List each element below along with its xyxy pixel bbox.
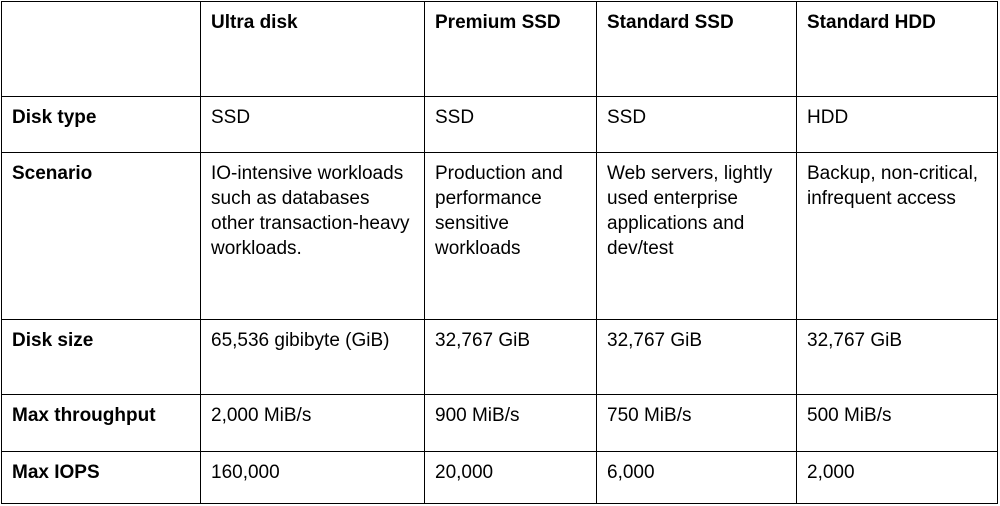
header-cell-premium-ssd: Premium SSD xyxy=(424,1,597,97)
table-cell: 20,000 xyxy=(424,451,597,504)
row-label: Disk type xyxy=(1,96,201,153)
disk-comparison-table: Ultra disk Premium SSD Standard SSD Stan… xyxy=(1,1,998,504)
header-cell-standard-ssd: Standard SSD xyxy=(596,1,797,97)
table-row-max-iops: Max IOPS 160,000 20,000 6,000 2,000 xyxy=(1,451,998,504)
table-cell: 160,000 xyxy=(200,451,425,504)
table-cell: 32,767 GiB xyxy=(596,319,797,395)
table-cell: Production and performance sensitive wor… xyxy=(424,152,597,320)
table-cell: 65,536 gibibyte (GiB) xyxy=(200,319,425,395)
row-label: Max throughput xyxy=(1,394,201,452)
table-cell: 750 MiB/s xyxy=(596,394,797,452)
table-cell: SSD xyxy=(200,96,425,153)
table-cell: 500 MiB/s xyxy=(796,394,998,452)
table-row-disk-size: Disk size 65,536 gibibyte (GiB) 32,767 G… xyxy=(1,319,998,395)
table-row-max-throughput: Max throughput 2,000 MiB/s 900 MiB/s 750… xyxy=(1,394,998,452)
table-cell: IO-intensive workloads such as databases… xyxy=(200,152,425,320)
table-cell: 2,000 MiB/s xyxy=(200,394,425,452)
row-label: Max IOPS xyxy=(1,451,201,504)
table-cell: Backup, non-critical, infrequent access xyxy=(796,152,998,320)
header-cell-standard-hdd: Standard HDD xyxy=(796,1,998,97)
table-cell: 2,000 xyxy=(796,451,998,504)
table-cell: 900 MiB/s xyxy=(424,394,597,452)
header-cell-empty xyxy=(1,1,201,97)
row-label: Scenario xyxy=(1,152,201,320)
table-cell: SSD xyxy=(424,96,597,153)
table-cell: 6,000 xyxy=(596,451,797,504)
table-row-scenario: Scenario IO-intensive workloads such as … xyxy=(1,152,998,320)
header-cell-ultra-disk: Ultra disk xyxy=(200,1,425,97)
row-label: Disk size xyxy=(1,319,201,395)
table-header-row: Ultra disk Premium SSD Standard SSD Stan… xyxy=(1,1,998,97)
table-cell: 32,767 GiB xyxy=(796,319,998,395)
table-cell: 32,767 GiB xyxy=(424,319,597,395)
table-cell: SSD xyxy=(596,96,797,153)
table-row-disk-type: Disk type SSD SSD SSD HDD xyxy=(1,96,998,153)
table-cell: HDD xyxy=(796,96,998,153)
table-cell: Web servers, lightly used enterprise app… xyxy=(596,152,797,320)
